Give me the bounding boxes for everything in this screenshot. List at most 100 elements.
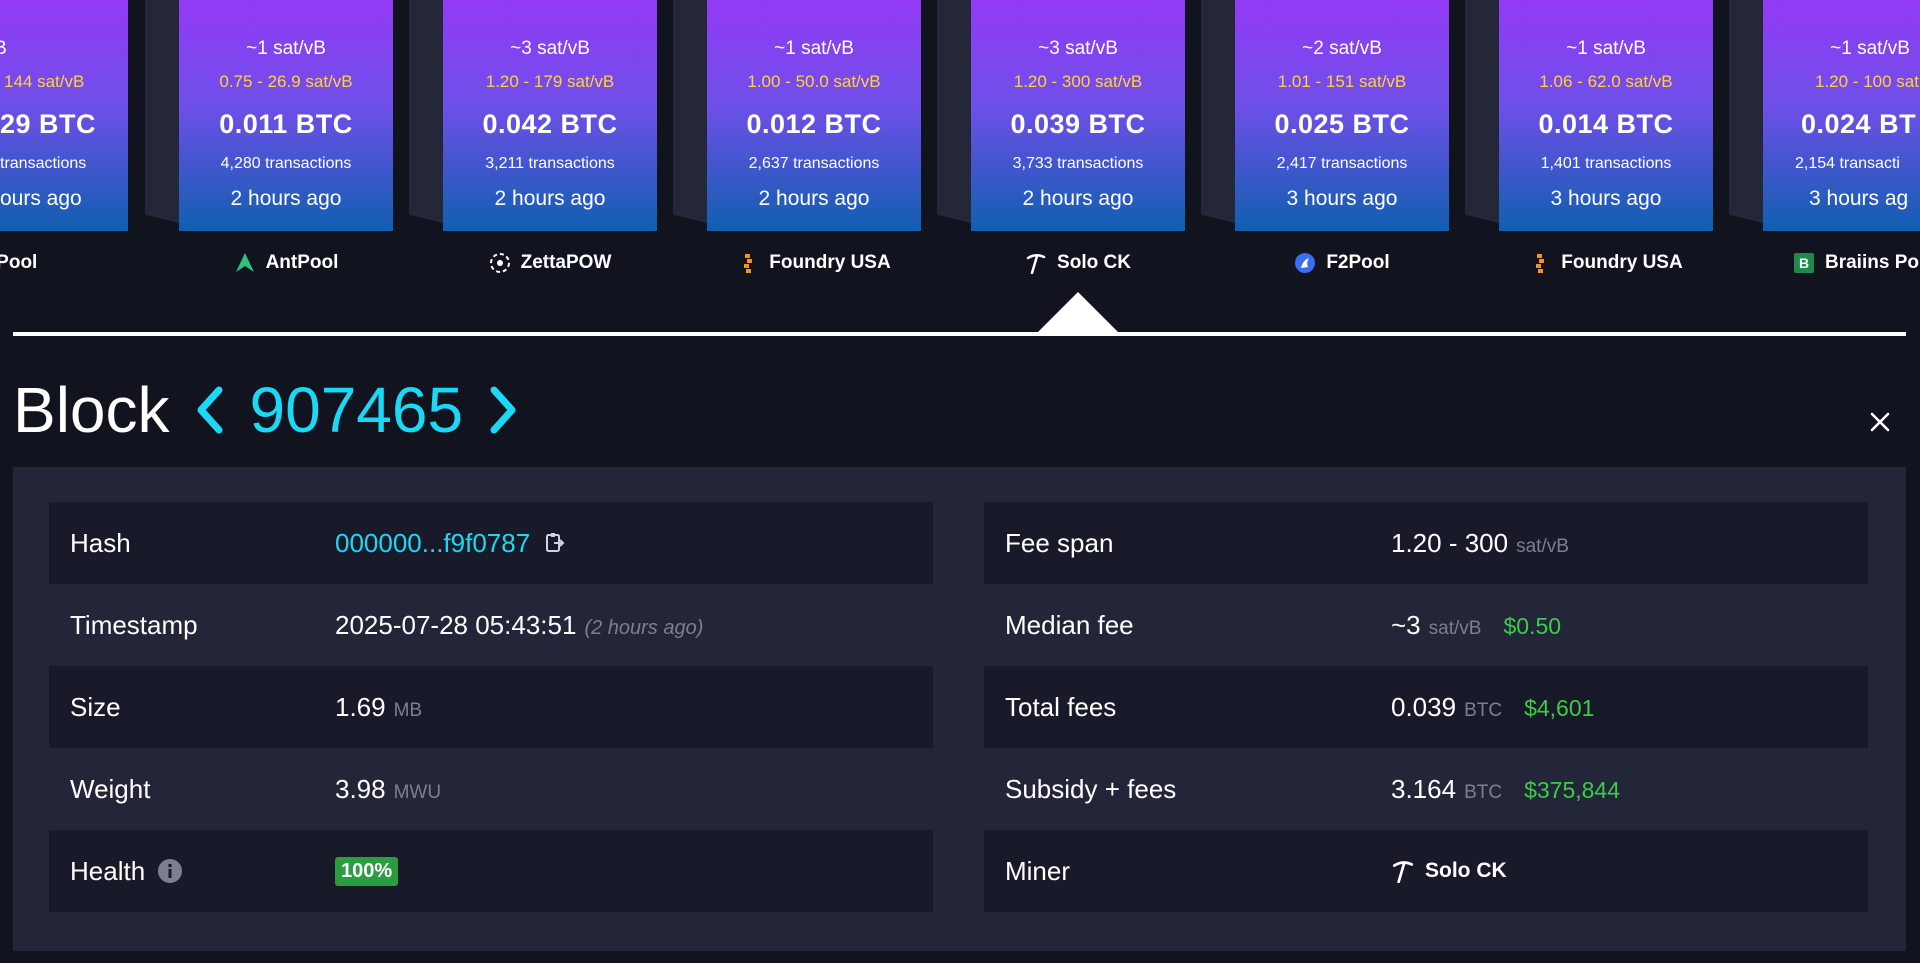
detail-row-median-fee: Median fee ~3 sat/vB $0.50 (984, 584, 1868, 666)
median-fee-number: ~3 (1391, 609, 1421, 640)
total-fees-fiat: $4,601 (1524, 694, 1595, 721)
block-pool[interactable]: ZettaPOW (423, 252, 677, 274)
block-time-ago: ours ago (0, 187, 82, 210)
block-pool[interactable]: B Braiins Po (1793, 252, 1920, 274)
close-button[interactable] (1862, 404, 1898, 440)
block-card[interactable]: sat/vB 144 sat/vB 29 BTC transactions ou… (0, 0, 128, 273)
detail-row-size: Size 1.69 MB (49, 666, 933, 748)
block-tx-count: 2,154 transacti (1795, 155, 1900, 172)
block-tx-count: 3,733 transactions (1012, 155, 1144, 172)
block-pool[interactable]: F2Pool (1215, 252, 1469, 274)
subsidy-fees-value: 3.164 BTC $375,844 (1391, 774, 1620, 805)
block-time-ago: 3 hours ago (1550, 187, 1662, 210)
median-fee-label: Median fee (1005, 609, 1134, 640)
detail-row-subsidy-fees: Subsidy + fees 3.164 BTC $375,844 (984, 748, 1868, 830)
info-icon[interactable] (157, 858, 183, 884)
block-pool[interactable]: Solo CK (951, 252, 1205, 274)
block-total-fees: 0.042 BTC (482, 109, 618, 139)
foundry-usa-icon (1529, 252, 1551, 274)
weight-number: 3.98 (335, 773, 386, 804)
solo-ck-pickaxe-icon (1025, 252, 1047, 274)
size-label: Size (70, 691, 121, 722)
svg-text:B: B (1799, 255, 1809, 271)
detail-row-health: Health 100% (49, 830, 933, 912)
block-cube-side (1729, 0, 1763, 224)
block-time-ago: 2 hours ago (1022, 187, 1134, 210)
block-card[interactable]: ~1 sat/vB 0.75 - 26.9 sat/vB 0.011 BTC 4… (145, 0, 393, 273)
details-left-column: Hash 000000...f9f0787 Timestamp 2025-07-… (49, 502, 933, 912)
braiins-pool-icon: B (1793, 252, 1815, 274)
antpool-icon (234, 252, 256, 274)
pool-name: AntPool (265, 252, 339, 273)
hash-link[interactable]: 000000...f9f0787 (335, 528, 530, 559)
block-cube[interactable]: ~1 sat/vB 0.75 - 26.9 sat/vB 0.011 BTC 4… (145, 0, 393, 231)
subsidy-fees-fiat: $375,844 (1524, 776, 1621, 803)
health-badge: 100% (335, 856, 399, 886)
block-fee-range: 1.20 - 100 sat (1815, 72, 1919, 91)
block-pool[interactable]: Foundry USA (687, 252, 941, 274)
block-card[interactable]: ~1 sat/vB 1.00 - 50.0 sat/vB 0.012 BTC 2… (673, 0, 921, 273)
block-tx-count: 3,211 transactions (485, 155, 615, 172)
block-tx-count: 2,637 transactions (748, 155, 880, 172)
block-total-fees: 0.024 BT (1801, 109, 1917, 139)
detail-row-hash: Hash 000000...f9f0787 (49, 502, 933, 584)
miner-link[interactable]: Solo CK (1391, 859, 1507, 883)
weight-value: 3.98 MWU (335, 774, 441, 805)
block-time-ago: 3 hours ag (1809, 187, 1909, 210)
block-time-ago: 2 hours ago (230, 187, 342, 210)
block-face[interactable]: ~3 sat/vB 1.20 - 300 sat/vB 0.039 BTC 3,… (971, 0, 1185, 231)
block-face[interactable]: ~1 sat/vB 0.75 - 26.9 sat/vB 0.011 BTC 4… (179, 0, 393, 231)
block-card[interactable]: ~2 sat/vB 1.01 - 151 sat/vB 0.025 BTC 2,… (1201, 0, 1449, 273)
block-card[interactable]: ~3 sat/vB 1.20 - 179 sat/vB 0.042 BTC 3,… (409, 0, 657, 273)
copy-icon[interactable] (544, 531, 566, 555)
block-fee-range: 1.00 - 50.0 sat/vB (747, 72, 881, 91)
block-face[interactable]: ~2 sat/vB 1.01 - 151 sat/vB 0.025 BTC 2,… (1235, 0, 1449, 231)
block-fee-range: 1.20 - 300 sat/vB (1013, 72, 1143, 91)
block-total-fees: 29 BTC (0, 109, 97, 139)
block-cube[interactable]: ~1 sat/vB 1.06 - 62.0 sat/vB 0.014 BTC 1… (1465, 0, 1713, 231)
block-pool[interactable]: AntPool (159, 252, 413, 274)
block-face[interactable]: ~1 sat/vB 1.06 - 62.0 sat/vB 0.014 BTC 1… (1499, 0, 1713, 231)
close-icon (1870, 412, 1890, 432)
block-cube[interactable]: ~1 sat/vB 1.00 - 50.0 sat/vB 0.012 BTC 2… (673, 0, 921, 231)
median-fee-unit: sat/vB (1428, 617, 1482, 639)
block-pool[interactable]: Foundry USA (1479, 252, 1733, 274)
next-block-button[interactable] (483, 380, 523, 440)
block-tx-count: 1,401 transactions (1540, 155, 1672, 172)
block-face[interactable]: ~1 sat/vB 1.00 - 50.0 sat/vB 0.012 BTC 2… (707, 0, 921, 231)
block-cube[interactable]: ~3 sat/vB 1.20 - 179 sat/vB 0.042 BTC 3,… (409, 0, 657, 231)
timestamp-text: 2025-07-28 05:43:51 (335, 609, 577, 640)
pool-name: ZettaPOW (520, 252, 612, 273)
block-card[interactable]: ~1 sat/vB 1.06 - 62.0 sat/vB 0.014 BTC 1… (1465, 0, 1713, 273)
fee-span-number: 1.20 - 300 (1391, 527, 1509, 558)
block-total-fees: 0.014 BTC (1538, 109, 1674, 139)
block-cube[interactable]: ~1 sat/vB 1.20 - 100 sat 0.024 BT 2,154 … (1729, 0, 1920, 231)
detail-row-weight: Weight 3.98 MWU (49, 748, 933, 830)
selected-block-pointer (1036, 292, 1120, 334)
block-cube[interactable]: sat/vB 144 sat/vB 29 BTC transactions ou… (0, 0, 128, 231)
previous-block-button[interactable] (190, 380, 230, 440)
block-median-fee: ~3 sat/vB (1038, 38, 1118, 59)
block-cube-side (409, 0, 443, 224)
block-card-selected[interactable]: ~3 sat/vB 1.20 - 300 sat/vB 0.039 BTC 3,… (937, 0, 1185, 274)
block-card[interactable]: ~1 sat/vB 1.20 - 100 sat 0.024 BT 2,154 … (1729, 0, 1920, 273)
block-time-ago: 2 hours ago (758, 187, 870, 210)
detail-row-fee-span: Fee span 1.20 - 300 sat/vB (984, 502, 1868, 584)
block-median-fee: ~1 sat/vB (1566, 38, 1646, 59)
detail-row-miner: Miner Solo CK (984, 830, 1868, 912)
block-face[interactable]: sat/vB 144 sat/vB 29 BTC transactions ou… (0, 0, 128, 231)
pool-name: Foundry USA (1561, 252, 1683, 273)
block-cube[interactable]: ~3 sat/vB 1.20 - 300 sat/vB 0.039 BTC 3,… (937, 0, 1185, 231)
block-median-fee: ~3 sat/vB (510, 38, 590, 59)
block-cube[interactable]: ~2 sat/vB 1.01 - 151 sat/vB 0.025 BTC 2,… (1201, 0, 1449, 231)
size-number: 1.69 (335, 691, 386, 722)
block-face[interactable]: ~3 sat/vB 1.20 - 179 sat/vB 0.042 BTC 3,… (443, 0, 657, 231)
block-total-fees: 0.039 BTC (1010, 109, 1146, 139)
detail-row-timestamp: Timestamp 2025-07-28 05:43:51 (2 hours a… (49, 584, 933, 666)
block-fee-range: 1.20 - 179 sat/vB (485, 72, 615, 91)
total-fees-number: 0.039 (1391, 691, 1457, 722)
block-face[interactable]: ~1 sat/vB 1.20 - 100 sat 0.024 BT 2,154 … (1763, 0, 1920, 231)
details-right-column: Fee span 1.20 - 300 sat/vB Median fee ~3… (984, 502, 1868, 912)
hash-label: Hash (70, 527, 131, 558)
block-fee-range: 1.01 - 151 sat/vB (1277, 72, 1407, 91)
